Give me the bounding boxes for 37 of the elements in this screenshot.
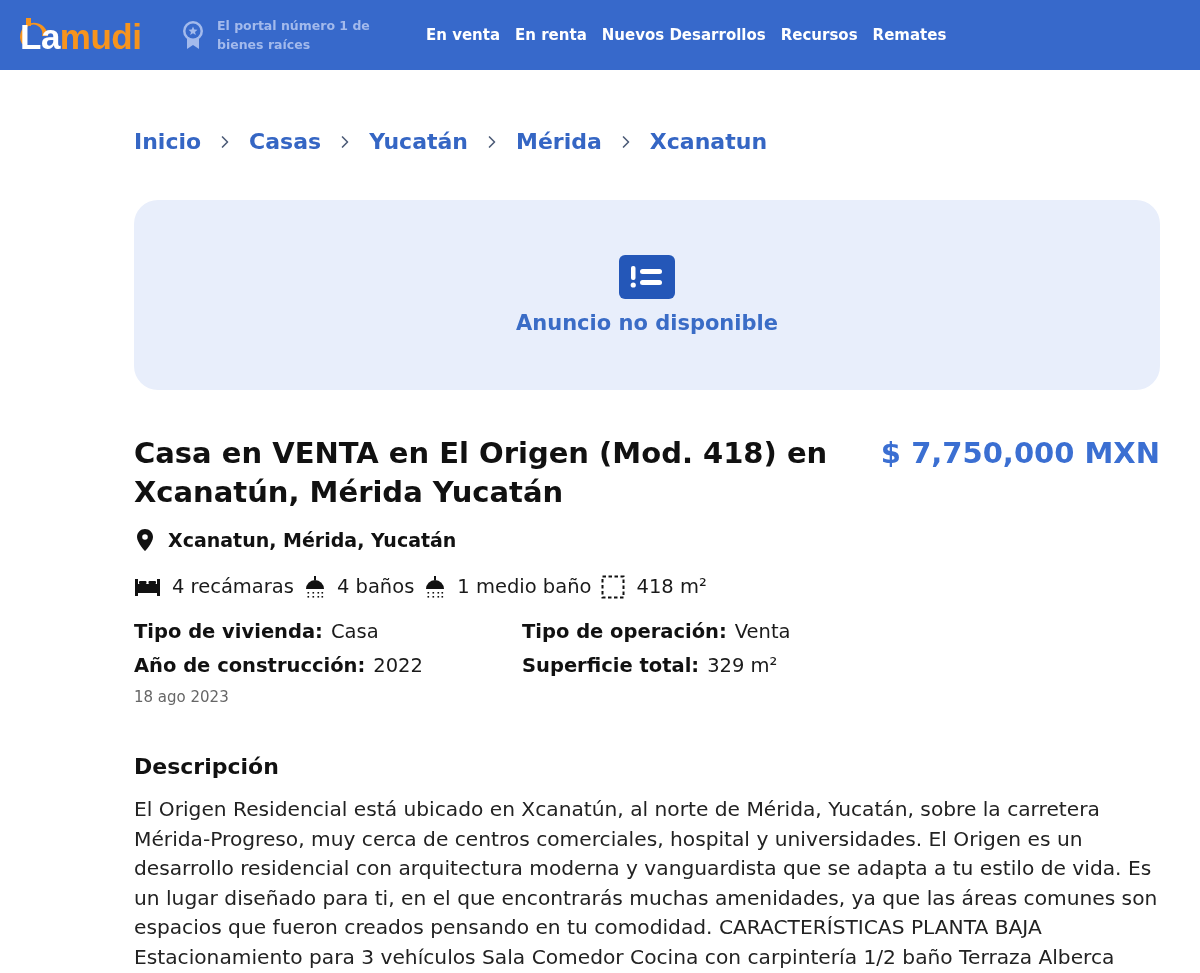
nav-link[interactable]: En renta xyxy=(515,26,587,44)
nav-link[interactable]: En venta xyxy=(426,26,501,44)
tagline: El portal número 1 de bienes raíces xyxy=(217,17,371,54)
feature-text: 1 medio baño xyxy=(457,574,592,600)
listing-title: Casa en VENTA en El Origen (Mod. 418) en Xcanatún, Mérida Yucatán xyxy=(134,435,829,511)
medal-star-icon xyxy=(182,20,204,50)
breadcrumb-link[interactable]: Mérida xyxy=(516,126,602,158)
listing-location: Xcanatun, Mérida, Yucatán xyxy=(168,528,457,553)
shower-head-icon xyxy=(303,575,326,599)
attribute-value: 329 m² xyxy=(707,653,778,679)
publish-date: 18 ago 2023 xyxy=(134,687,230,707)
description-text: El Origen Residencial está ubicado en Xcanatún, al norte de Mérida, Yucatán, sobre la carretera Mérida-Progreso, muy cerca de centros comerciales, hospital y universidades. El Origen es un desarrollo residencial con arquitectura moderna y vanguardista que se adapta a tu estilo de vida. Es un lugar diseñado para ti, en el que encontrarás muchas amenidades, ya que las áreas comunes son espacios que fueron creados pensando en tu comodidad. CARACTERÍSTICAS PLANTA BAJA Estacionamiento para 3 vehículos Sala Comedor Cocina con carpintería 1/2 baño Terraza Alberca xyxy=(134,796,1159,971)
feature-text: 4 recámaras xyxy=(172,574,294,600)
feature-text: 418 m² xyxy=(636,574,707,600)
dashed-square-icon xyxy=(601,575,626,599)
alert-list-icon xyxy=(619,255,675,299)
map-pin-icon xyxy=(134,528,156,552)
description-heading: Descripción xyxy=(134,753,280,781)
logo[interactable]: Lamudi xyxy=(18,16,162,54)
breadcrumb-link[interactable]: Yucatán xyxy=(369,126,469,158)
feature-text: 4 baños xyxy=(336,574,415,600)
attribute-label: Superficie total: xyxy=(522,653,700,679)
shower-head-icon xyxy=(424,575,447,599)
attribute-label: Tipo de operación: xyxy=(522,619,727,645)
nav-link[interactable]: Nuevos Desarrollos xyxy=(601,26,766,44)
attribute-label: Tipo de vivienda: xyxy=(134,619,323,645)
attribute-value: 2022 xyxy=(373,653,423,679)
breadcrumb-link[interactable]: Xcanatun xyxy=(649,126,768,158)
nav-link[interactable]: Remates xyxy=(872,26,947,44)
breadcrumb-link[interactable]: Inicio xyxy=(134,126,202,158)
breadcrumb-link[interactable]: Casas xyxy=(249,126,322,158)
attribute-label: Año de construcción: xyxy=(134,653,366,679)
unavailable-message: Anuncio no disponible xyxy=(516,310,778,337)
listing-price: $ 7,750,000 MXN xyxy=(880,435,1160,472)
attribute-value: Venta xyxy=(734,619,791,645)
nav-link[interactable]: Recursos xyxy=(780,26,858,44)
attribute-value: Casa xyxy=(330,619,379,645)
